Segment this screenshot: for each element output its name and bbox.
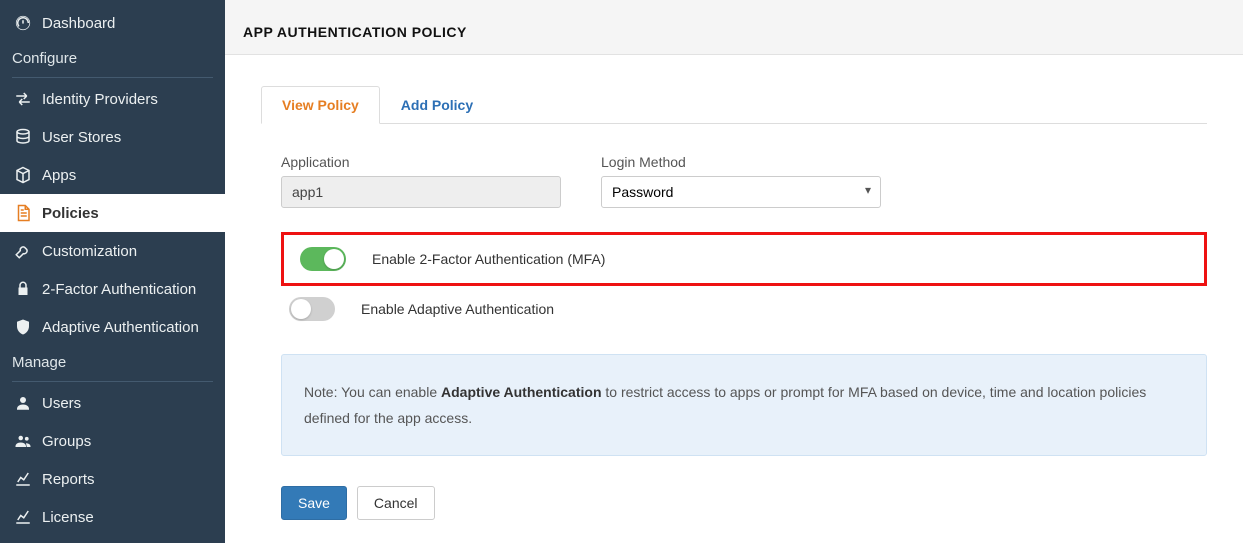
sidebar-item-reports[interactable]: Reports <box>0 460 225 498</box>
sidebar-section-manage: Manage <box>0 346 225 377</box>
page-title: APP AUTHENTICATION POLICY <box>225 24 1243 55</box>
divider <box>12 77 213 78</box>
sidebar-item-label: Identity Providers <box>42 91 158 108</box>
shield-icon <box>12 318 34 336</box>
divider <box>12 381 213 382</box>
exchange-icon <box>12 90 34 108</box>
wrench-icon <box>12 242 34 260</box>
sidebar-item-policies[interactable]: Policies <box>0 194 225 232</box>
application-label: Application <box>281 154 561 170</box>
sidebar-item-user-stores[interactable]: User Stores <box>0 118 225 156</box>
mfa-highlight: Enable 2-Factor Authentication (MFA) <box>281 232 1207 286</box>
content-panel: View Policy Add Policy Application Login… <box>225 55 1243 543</box>
sidebar: Dashboard Configure Identity Providers U… <box>0 0 225 543</box>
note-box: Note: You can enable Adaptive Authentica… <box>281 354 1207 456</box>
login-method-select[interactable]: Password <box>601 176 881 208</box>
chart-icon <box>12 508 34 526</box>
user-icon <box>12 394 34 412</box>
application-input[interactable] <box>281 176 561 208</box>
tabs: View Policy Add Policy <box>261 85 1207 124</box>
sidebar-item-label: Policies <box>42 205 99 222</box>
tab-add-policy[interactable]: Add Policy <box>380 86 494 124</box>
sidebar-section-configure: Configure <box>0 42 225 73</box>
sidebar-item-label: Dashboard <box>42 15 115 32</box>
gauge-icon <box>12 14 34 32</box>
sidebar-item-customization[interactable]: Customization <box>0 232 225 270</box>
sidebar-item-users[interactable]: Users <box>0 384 225 422</box>
login-method-label: Login Method <box>601 154 881 170</box>
sidebar-item-label: 2-Factor Authentication <box>42 281 196 298</box>
sidebar-item-license[interactable]: License <box>0 498 225 536</box>
sidebar-item-groups[interactable]: Groups <box>0 422 225 460</box>
note-bold: Adaptive Authentication <box>441 384 602 400</box>
note-prefix: Note: You can enable <box>304 384 441 400</box>
users-icon <box>12 432 34 450</box>
sidebar-item-label: License <box>42 509 94 526</box>
save-button[interactable]: Save <box>281 486 347 520</box>
lock-icon <box>12 280 34 298</box>
cancel-button[interactable]: Cancel <box>357 486 435 520</box>
mfa-toggle-label: Enable 2-Factor Authentication (MFA) <box>372 251 605 267</box>
sidebar-item-label: User Stores <box>42 129 121 146</box>
form-area: Application Login Method Password <box>261 154 1207 520</box>
sidebar-item-apps[interactable]: Apps <box>0 156 225 194</box>
document-icon <box>12 204 34 222</box>
chart-icon <box>12 470 34 488</box>
mfa-toggle[interactable] <box>300 247 346 271</box>
sidebar-item-label: Users <box>42 395 81 412</box>
sidebar-item-label: Adaptive Authentication <box>42 319 199 336</box>
sidebar-item-label: Customization <box>42 243 137 260</box>
sidebar-item-2fa[interactable]: 2-Factor Authentication <box>0 270 225 308</box>
sidebar-item-dashboard[interactable]: Dashboard <box>0 4 225 42</box>
cube-icon <box>12 166 34 184</box>
sidebar-item-adaptive-auth[interactable]: Adaptive Authentication <box>0 308 225 346</box>
main-area: APP AUTHENTICATION POLICY View Policy Ad… <box>225 0 1243 543</box>
sidebar-item-identity-providers[interactable]: Identity Providers <box>0 80 225 118</box>
adaptive-toggle-label: Enable Adaptive Authentication <box>361 301 554 317</box>
sidebar-item-label: Groups <box>42 433 91 450</box>
database-icon <box>12 128 34 146</box>
adaptive-toggle[interactable] <box>289 297 335 321</box>
sidebar-item-label: Reports <box>42 471 95 488</box>
sidebar-item-label: Apps <box>42 167 76 184</box>
tab-view-policy[interactable]: View Policy <box>261 86 380 124</box>
